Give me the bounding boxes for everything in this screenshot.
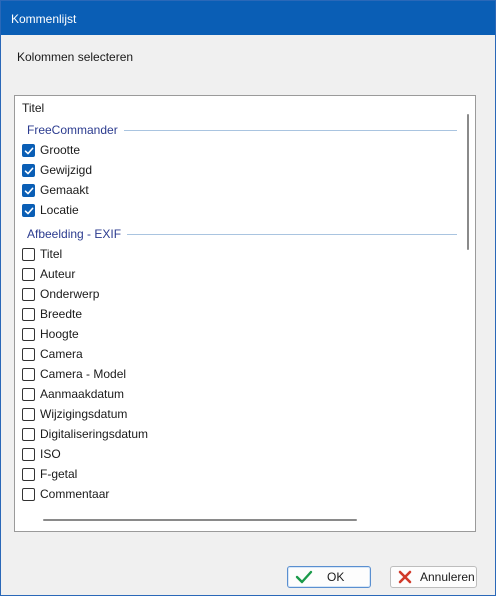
column-list-dialog: Kommenlijst Kolommen selecteren Titel Fr… [0,0,496,596]
list-item-label: ISO [40,447,61,461]
cancel-button[interactable]: Annuleren [390,566,477,588]
checkbox[interactable] [22,307,35,321]
checkbox[interactable] [22,347,35,361]
list-item-label: Camera - Model [40,367,127,381]
list-item-label: Onderwerp [40,287,100,301]
list-item-label: Aanmaakdatum [40,387,125,401]
list-item[interactable]: Grootte [22,140,80,160]
list-item-label: Wijzigingsdatum [40,407,128,421]
checkbox[interactable] [22,287,35,301]
group-header: FreeCommander [27,121,457,139]
checkbox[interactable] [22,387,35,401]
ok-button[interactable]: OK [287,566,371,588]
list-item[interactable]: Camera - Model [22,364,126,384]
group-header: Afbeelding - EXIF [27,225,457,243]
checkbox[interactable] [22,327,35,341]
list-item[interactable]: Auteur [22,264,75,284]
checkbox[interactable] [22,447,35,461]
list-item-label: Gemaakt [40,183,89,197]
window-title: Kommenlijst [11,12,77,26]
checkbox[interactable] [22,203,35,217]
checkbox[interactable] [22,267,35,281]
checkmark-icon [295,570,313,584]
horizontal-scrollbar[interactable] [43,519,357,521]
list-item[interactable]: Titel [22,244,62,264]
list-item-label: Commentaar [40,487,110,501]
checkbox[interactable] [22,143,35,157]
list-fade [15,506,461,518]
list-item[interactable]: Commentaar [22,484,109,504]
group-divider [127,233,457,235]
list-item-label: Digitaliseringsdatum [40,427,149,441]
list-item[interactable]: Locatie [22,200,79,220]
list-item-label: F-getal [40,467,78,481]
title-bar: Kommenlijst [1,1,495,35]
list-item[interactable]: Wijzigingsdatum [22,404,127,424]
checkbox[interactable] [22,367,35,381]
list-item[interactable]: F-getal [22,464,77,484]
vertical-scrollbar[interactable] [467,114,469,250]
list-item-label: Locatie [40,203,79,217]
list-item[interactable]: Onderwerp [22,284,99,304]
list-item-label: Breedte [40,307,83,321]
list-item[interactable]: Digitaliseringsdatum [22,424,148,444]
list-item-label: Titel [22,101,45,115]
checkbox[interactable] [22,467,35,481]
ok-button-label: OK [327,570,345,584]
list-item[interactable]: ISO [22,444,61,464]
list-item-label: Gewijzigd [40,163,93,177]
list-item-top[interactable]: Titel [22,98,44,118]
cancel-button-label: Annuleren [420,570,475,584]
list-item-label: Grootte [40,143,81,157]
dialog-subtitle: Kolommen selecteren [17,50,134,64]
list-item-label: Camera [40,347,83,361]
list-item[interactable]: Breedte [22,304,82,324]
x-icon [398,570,412,584]
list-item-label: Titel [40,247,63,261]
list-item[interactable]: Camera [22,344,83,364]
list-item[interactable]: Aanmaakdatum [22,384,124,404]
group-header-label: Afbeelding - EXIF [27,227,122,241]
checkbox[interactable] [22,487,35,501]
list-item[interactable]: Gewijzigd [22,160,92,180]
checkbox[interactable] [22,163,35,177]
column-list[interactable]: Titel FreeCommander Grootte Gewijzigd Gemaa… [14,95,476,532]
checkbox[interactable] [22,183,35,197]
group-divider [123,129,457,131]
group-header-label: FreeCommander [27,123,118,137]
list-item-label: Auteur [40,267,76,281]
list-item[interactable]: Hoogte [22,324,79,344]
checkbox[interactable] [22,247,35,261]
checkbox[interactable] [22,407,35,421]
checkbox[interactable] [22,427,35,441]
list-item-label: Hoogte [40,327,79,341]
list-item[interactable]: Gemaakt [22,180,89,200]
